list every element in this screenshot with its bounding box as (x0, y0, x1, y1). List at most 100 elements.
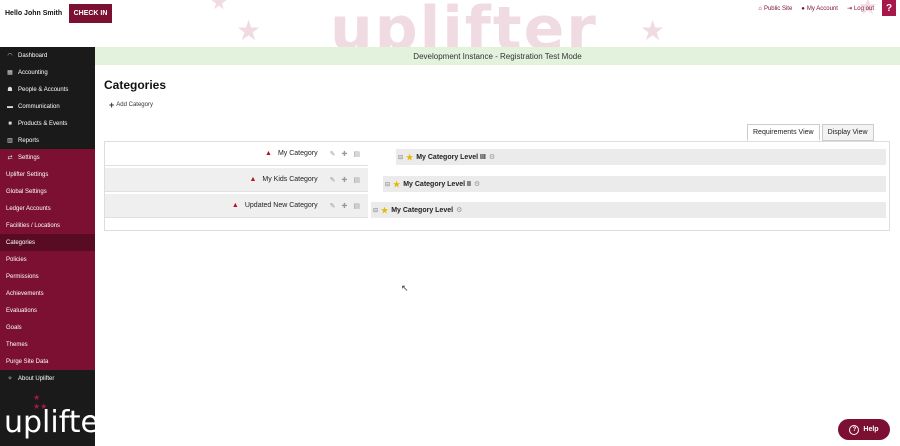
about-icon: ✧ (7, 376, 13, 382)
home-icon: ⌂ (758, 5, 762, 12)
help-icon: ? (849, 424, 860, 435)
category-actions: ✎ ✚ ▤ (330, 202, 360, 210)
category-row[interactable]: ▲ Updated New Category ✎ ✚ ▤ (105, 194, 368, 218)
add-icon[interactable]: ✚ (342, 202, 348, 210)
category-name: My Kids Category (262, 176, 318, 183)
submenu-item-evaluations[interactable]: Evaluations (0, 302, 95, 319)
user-icon: ● (801, 5, 805, 12)
public-site-label: Public Site (763, 5, 793, 12)
gear-icon[interactable]: ⚙ (456, 206, 462, 214)
sidebar-item-label: Communication (18, 103, 60, 110)
public-site-link[interactable]: ⌂ Public Site (758, 5, 792, 12)
greeting-text: Hello John Smith (5, 10, 63, 17)
sidebar-item-about[interactable]: ✧ About Uplifter (0, 370, 95, 387)
tree-node-label: My Category Level (391, 206, 454, 214)
submenu-item-categories[interactable]: Categories (0, 234, 95, 251)
category-actions: ✎ ✚ ▤ (330, 176, 360, 184)
delete-icon[interactable]: ▤ (353, 202, 360, 210)
accounting-icon: ▦ (7, 70, 13, 76)
sidebar-item-reports[interactable]: ▥ Reports (0, 132, 95, 149)
delete-icon[interactable]: ▤ (353, 176, 360, 184)
header-watermark-logo: uplifter (330, 0, 598, 47)
help-corner-button[interactable]: ? (882, 0, 896, 16)
my-account-label: My Account (806, 5, 838, 12)
add-category-label: Add Category (116, 102, 153, 108)
sidebar-item-label: People & Accounts (18, 86, 69, 93)
hat-icon: ▲ (265, 150, 272, 157)
category-row[interactable]: ▲ My Category ✎ ✚ ▤ (105, 142, 368, 166)
dev-mode-banner: Development Instance - Registration Test… (95, 47, 900, 65)
submenu-item-purge-site-data[interactable]: Purge Site Data (0, 353, 95, 370)
sidebar-item-label: About Uplifter (18, 375, 55, 382)
category-name: Updated New Category (244, 202, 318, 209)
top-links: ⌂ Public Site ● My Account ⇥ Log out (758, 5, 874, 13)
submenu-item-permissions[interactable]: Permissions (0, 268, 95, 285)
communication-icon: ▬ (7, 103, 13, 110)
hat-icon: ▲ (249, 176, 257, 183)
my-account-link[interactable]: ● My Account (801, 5, 838, 12)
delete-icon[interactable]: ▤ (353, 150, 360, 158)
settings-icon: ⇄ (7, 155, 13, 161)
add-category-button[interactable]: + Add Category (109, 100, 153, 110)
logout-label: Log out (853, 5, 874, 12)
sidebar-item-products[interactable]: ■ Products & Events (0, 115, 95, 132)
tree-node[interactable]: ⊟ ★ My Category Level III ⚙ (396, 149, 886, 165)
sidebar-item-label: Products & Events (18, 120, 68, 127)
hat-icon: ▲ (231, 202, 239, 209)
add-icon[interactable]: ✚ (342, 150, 348, 158)
sidebar-item-label: Accounting (18, 69, 48, 76)
submenu-item-achievements[interactable]: Achievements (0, 285, 95, 302)
submenu-item-policies[interactable]: Policies (0, 251, 95, 268)
sidebar-logo: ★ ★★ uplifter (0, 391, 111, 446)
reports-icon: ▥ (7, 138, 13, 144)
app-root: uplifter ★ ★ ★ ★ Hello John Smith CHECK … (0, 0, 900, 446)
submenu-item-goals[interactable]: Goals (0, 319, 95, 336)
help-button[interactable]: ? Help (838, 419, 890, 440)
sidebar-item-label: Dashboard (18, 52, 48, 59)
tab-requirements-view[interactable]: Requirements View (747, 124, 820, 141)
sidebar: ◠ Dashboard ▦ Accounting ☗ People & Acco… (0, 47, 111, 446)
category-row[interactable]: ▲ My Kids Category ✎ ✚ ▤ (105, 168, 368, 192)
sidebar-item-label: Reports (18, 137, 40, 144)
add-icon[interactable]: ✚ (342, 176, 348, 184)
tree-node-label: My Category Level II (403, 180, 471, 188)
logout-link[interactable]: ⇥ Log out (847, 5, 874, 13)
edit-icon[interactable]: ✎ (330, 202, 336, 210)
submenu-item-themes[interactable]: Themes (0, 336, 95, 353)
sidebar-item-communication[interactable]: ▬ Communication (0, 98, 95, 115)
dashboard-icon: ◠ (7, 53, 13, 59)
gear-icon[interactable]: ⚙ (489, 153, 495, 161)
collapse-icon[interactable]: ⊟ (373, 207, 378, 214)
tab-display-view[interactable]: Display View (821, 124, 874, 141)
logo-text: uplifter (4, 405, 112, 440)
category-actions: ✎ ✚ ▤ (330, 150, 360, 158)
tree-node[interactable]: ⊟ ★ My Category Level ⚙ (371, 202, 886, 218)
tree-node[interactable]: ⊟ ★ My Category Level II ⚙ (383, 176, 886, 192)
tree-node-label: My Category Level III (416, 153, 486, 161)
edit-icon[interactable]: ✎ (330, 176, 336, 184)
submenu-item-ledger-accounts[interactable]: Ledger Accounts (0, 200, 95, 217)
sidebar-item-settings[interactable]: ⇄ Settings (0, 149, 95, 166)
mouse-cursor-icon: ↖ (401, 283, 409, 293)
sidebar-item-people[interactable]: ☗ People & Accounts (0, 81, 95, 98)
collapse-icon[interactable]: ⊟ (385, 181, 390, 188)
sidebar-item-accounting[interactable]: ▦ Accounting (0, 64, 95, 81)
settings-submenu: Uplifter Settings Global Settings Ledger… (0, 166, 95, 370)
category-name: My Category (277, 150, 318, 157)
star-icon: ★ (406, 152, 414, 162)
edit-icon[interactable]: ✎ (330, 150, 336, 158)
page-title: Categories (104, 78, 167, 92)
collapse-icon[interactable]: ⊟ (398, 154, 403, 161)
submenu-item-facilities[interactable]: Facilities / Locations (0, 217, 95, 234)
decor-star-icon: ★ (236, 15, 262, 46)
submenu-item-uplifter-settings[interactable]: Uplifter Settings (0, 166, 95, 183)
categories-panel: ▲ My Category ✎ ✚ ▤ ▲ My Kids Category ✎… (104, 141, 890, 231)
check-in-button[interactable]: CHECK IN (69, 4, 112, 23)
gear-icon[interactable]: ⚙ (474, 180, 480, 188)
products-icon: ■ (8, 120, 12, 127)
top-header: uplifter ★ ★ ★ ★ Hello John Smith CHECK … (0, 0, 900, 47)
sidebar-item-dashboard[interactable]: ◠ Dashboard (0, 47, 95, 64)
help-label: Help (863, 426, 879, 433)
submenu-item-global-settings[interactable]: Global Settings (0, 183, 95, 200)
plus-icon: + (109, 100, 115, 110)
